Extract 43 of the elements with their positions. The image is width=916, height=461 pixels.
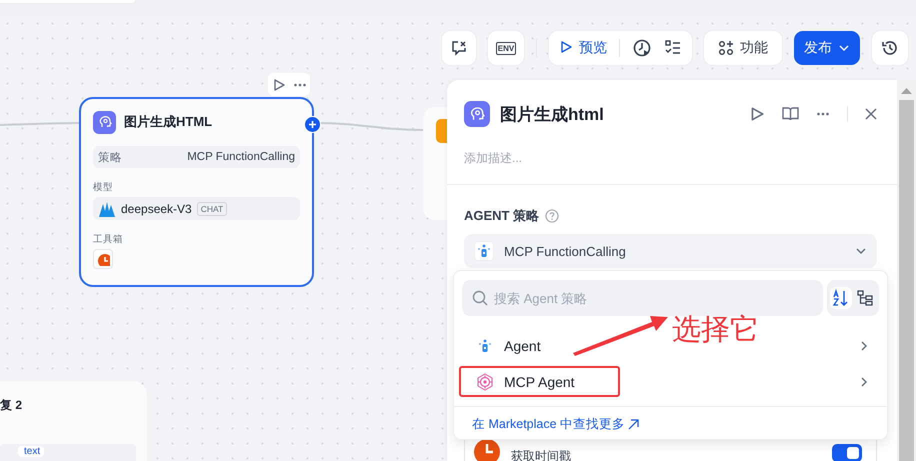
search-field[interactable]: 搜索 Agent 策略 [462, 280, 823, 316]
version-history-button[interactable] [872, 31, 908, 65]
annotation-text: 选择它 [672, 316, 759, 345]
apps-icon [718, 40, 734, 56]
node-card[interactable] [423, 107, 447, 220]
whale-logo-icon [98, 200, 116, 216]
model-name: deepseek-V3 [121, 202, 192, 216]
history-run-icon[interactable] [632, 38, 652, 58]
strategy-option[interactable]: MCP Agent [460, 367, 882, 397]
external-link-icon [628, 419, 640, 430]
strategy-value: MCP FunctionCalling [187, 151, 295, 163]
model-label: 模型 [93, 181, 114, 194]
run-icon[interactable] [749, 106, 765, 122]
publish-button[interactable]: 发布 [794, 31, 860, 65]
node-card[interactable]: 图片生成HTML 策略 MCP FunctionCalling 模型 deepseek-V3 CHAT 工具箱 [79, 97, 314, 287]
node-title: 复 2 [0, 397, 22, 414]
scrollbar-thumb[interactable] [899, 100, 914, 461]
tools-label: 工具箱 [93, 233, 124, 246]
panel-title: 图片生成html [500, 104, 605, 126]
variable-tag: text [18, 446, 44, 457]
run-icon[interactable] [272, 78, 286, 92]
features-button[interactable]: 功能 [704, 31, 782, 65]
model-tag: CHAT [196, 202, 228, 216]
sort-icon[interactable] [830, 287, 852, 309]
agent-icon [93, 110, 116, 134]
agent-icon [476, 338, 494, 354]
section-label: AGENT 策略 [464, 207, 540, 225]
node-title: 图片生成HTML [124, 113, 212, 131]
strategy-select[interactable]: MCP FunctionCalling [464, 234, 877, 268]
toggle-switch[interactable] [832, 444, 862, 461]
feedback-icon[interactable] [442, 31, 476, 65]
clock-icon[interactable] [93, 249, 113, 269]
preview-button[interactable]: 预览 [559, 39, 607, 57]
history-icon [881, 39, 899, 57]
env-button[interactable]: ENV [488, 31, 524, 65]
agent-icon [464, 101, 490, 127]
close-icon[interactable] [865, 108, 877, 120]
search-icon [472, 290, 488, 306]
book-icon[interactable] [782, 106, 799, 122]
strategy-label: 策略 [98, 150, 122, 164]
target-icon [476, 373, 494, 391]
marketplace-link[interactable]: 在 Marketplace 中查找更多 [472, 416, 640, 433]
agent-icon [474, 241, 494, 261]
